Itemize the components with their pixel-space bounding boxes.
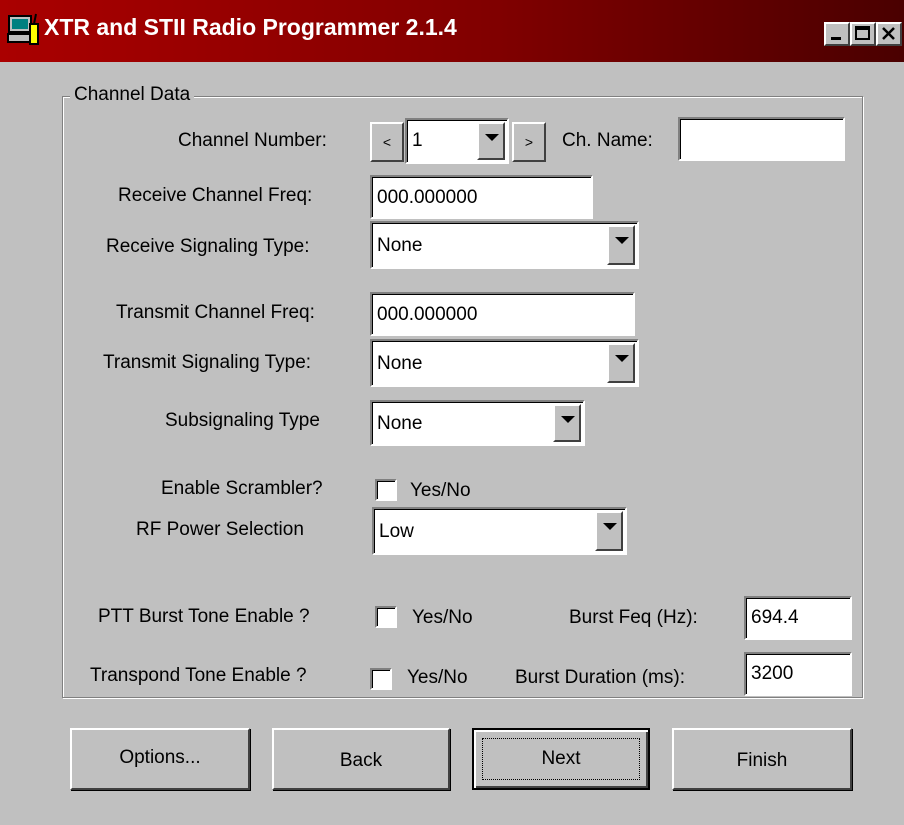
- scrambler-checkbox[interactable]: [375, 479, 397, 501]
- burst-freq-label: Burst Feq (Hz):: [569, 607, 698, 628]
- group-label: Channel Data: [70, 84, 195, 106]
- window-title: XTR and STII Radio Programmer 2.1.4: [44, 14, 457, 40]
- ptt-burst-checkbox-label[interactable]: Yes/No: [412, 607, 473, 629]
- channel-name-label: Ch. Name:: [562, 130, 653, 151]
- channel-number-select[interactable]: 1: [405, 118, 509, 164]
- chevron-down-icon[interactable]: [607, 225, 635, 265]
- minimize-button[interactable]: [824, 22, 850, 46]
- transpond-checkbox[interactable]: [370, 668, 392, 690]
- ptt-burst-checkbox[interactable]: [375, 606, 397, 628]
- receive-freq-input[interactable]: 000.000000: [370, 175, 593, 219]
- scrambler-label: Enable Scrambler?: [161, 478, 323, 499]
- minimize-icon: [831, 37, 841, 40]
- burst-duration-label: Burst Duration (ms):: [515, 667, 685, 688]
- prev-channel-button[interactable]: <: [370, 122, 404, 162]
- subsignaling-label: Subsignaling Type: [165, 410, 320, 431]
- channel-number-value: 1: [412, 130, 423, 151]
- close-icon: [882, 27, 895, 40]
- receive-freq-label: Receive Channel Freq:: [118, 185, 313, 206]
- rf-power-value: Low: [379, 521, 414, 542]
- subsignaling-value: None: [377, 413, 423, 434]
- chevron-down-icon[interactable]: [595, 511, 623, 551]
- ptt-burst-label: PTT Burst Tone Enable ?: [98, 606, 310, 627]
- burst-freq-input[interactable]: 694.4: [744, 596, 852, 640]
- computer-radio-icon[interactable]: [6, 12, 42, 48]
- transmit-signaling-value: None: [377, 353, 423, 374]
- channel-number-label: Channel Number:: [178, 130, 327, 151]
- close-button[interactable]: [876, 22, 902, 46]
- scrambler-checkbox-label[interactable]: Yes/No: [410, 480, 471, 502]
- channel-name-input[interactable]: [678, 117, 845, 161]
- back-button[interactable]: Back: [272, 728, 450, 790]
- receive-signaling-value: None: [377, 235, 423, 256]
- next-button[interactable]: Next: [472, 728, 650, 790]
- next-button-label: Next: [482, 738, 640, 780]
- chevron-down-icon[interactable]: [607, 343, 635, 383]
- options-button[interactable]: Options...: [70, 728, 250, 790]
- next-channel-button[interactable]: >: [512, 122, 546, 162]
- transmit-freq-label: Transmit Channel Freq:: [116, 302, 315, 323]
- receive-signaling-label: Receive Signaling Type:: [106, 236, 310, 257]
- rf-power-label: RF Power Selection: [136, 519, 304, 540]
- rf-power-select[interactable]: Low: [372, 507, 627, 555]
- burst-duration-input[interactable]: 3200: [744, 652, 852, 696]
- chevron-down-icon[interactable]: [553, 404, 581, 442]
- chevron-down-icon[interactable]: [477, 122, 505, 160]
- transpond-checkbox-label[interactable]: Yes/No: [407, 667, 468, 689]
- maximize-button[interactable]: [850, 22, 876, 46]
- title-bar[interactable]: XTR and STII Radio Programmer 2.1.4: [0, 0, 904, 62]
- finish-button[interactable]: Finish: [672, 728, 852, 790]
- transmit-signaling-select[interactable]: None: [370, 339, 639, 387]
- maximize-icon: [855, 26, 870, 40]
- subsignaling-select[interactable]: None: [370, 400, 585, 446]
- transmit-freq-input[interactable]: 000.000000: [370, 292, 635, 336]
- receive-signaling-select[interactable]: None: [370, 221, 639, 269]
- transmit-signaling-label: Transmit Signaling Type:: [103, 352, 312, 373]
- transpond-label: Transpond Tone Enable ?: [90, 665, 307, 686]
